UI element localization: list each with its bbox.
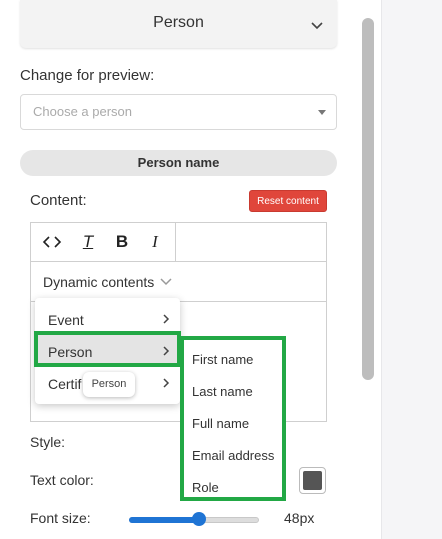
settings-panel: Person Change for preview: Choose a pers… (0, 0, 381, 539)
person-select-placeholder: Choose a person (33, 104, 133, 119)
code-icon[interactable] (41, 231, 63, 253)
submenu-item-role[interactable]: Role (192, 480, 219, 495)
menu-item-label: Certif (48, 376, 82, 392)
editor-toolbar: T B I (31, 223, 326, 262)
font-size-label: Font size: (30, 510, 91, 526)
canvas-area (381, 0, 442, 539)
submenu-item-email-address[interactable]: Email address (192, 448, 274, 463)
text-color-swatch[interactable] (299, 467, 326, 494)
dynamic-contents-label: Dynamic contents (43, 274, 155, 290)
style-label: Style: (30, 434, 66, 450)
tooltip: Person (83, 372, 135, 397)
font-size-value: 48px (284, 510, 315, 526)
menu-item-event[interactable]: Event (35, 303, 180, 335)
bold-icon[interactable]: B (111, 231, 133, 253)
toolbar-group: T B I (31, 223, 176, 262)
menu-item-person[interactable]: Person (35, 335, 180, 367)
submenu-item-last-name[interactable]: Last name (192, 384, 253, 399)
clear-format-icon[interactable]: T (77, 231, 99, 253)
slider-fill (129, 517, 199, 523)
dynamic-contents-dropdown[interactable]: Dynamic contents (31, 262, 326, 302)
scrollbar-thumb[interactable] (362, 18, 374, 380)
chevron-right-icon (163, 314, 170, 324)
person-select[interactable]: Choose a person (20, 94, 337, 130)
font-size-slider[interactable] (129, 512, 259, 526)
content-label: Content: (30, 192, 87, 209)
color-swatch-fill (303, 471, 322, 490)
chevron-down-icon (311, 22, 323, 30)
menu-item-label: Person (48, 344, 93, 360)
person-name-tab[interactable]: Person name (20, 150, 337, 176)
chevron-right-icon (163, 378, 170, 388)
slider-knob[interactable] (192, 512, 206, 526)
preview-label: Change for preview: (20, 67, 155, 84)
italic-icon[interactable]: I (144, 231, 166, 253)
submenu-item-first-name[interactable]: First name (192, 352, 253, 367)
section-header-person[interactable]: Person (20, 0, 337, 48)
caret-down-icon (318, 110, 326, 115)
chevron-right-icon (163, 346, 170, 356)
menu-item-label: Event (48, 312, 84, 328)
submenu-item-full-name[interactable]: Full name (192, 416, 249, 431)
person-submenu: First name Last name Full name Email add… (180, 336, 286, 501)
text-color-label: Text color: (30, 472, 94, 488)
chevron-down-icon (160, 278, 172, 286)
reset-content-button[interactable]: Reset content (249, 190, 327, 212)
section-title: Person (153, 14, 204, 31)
